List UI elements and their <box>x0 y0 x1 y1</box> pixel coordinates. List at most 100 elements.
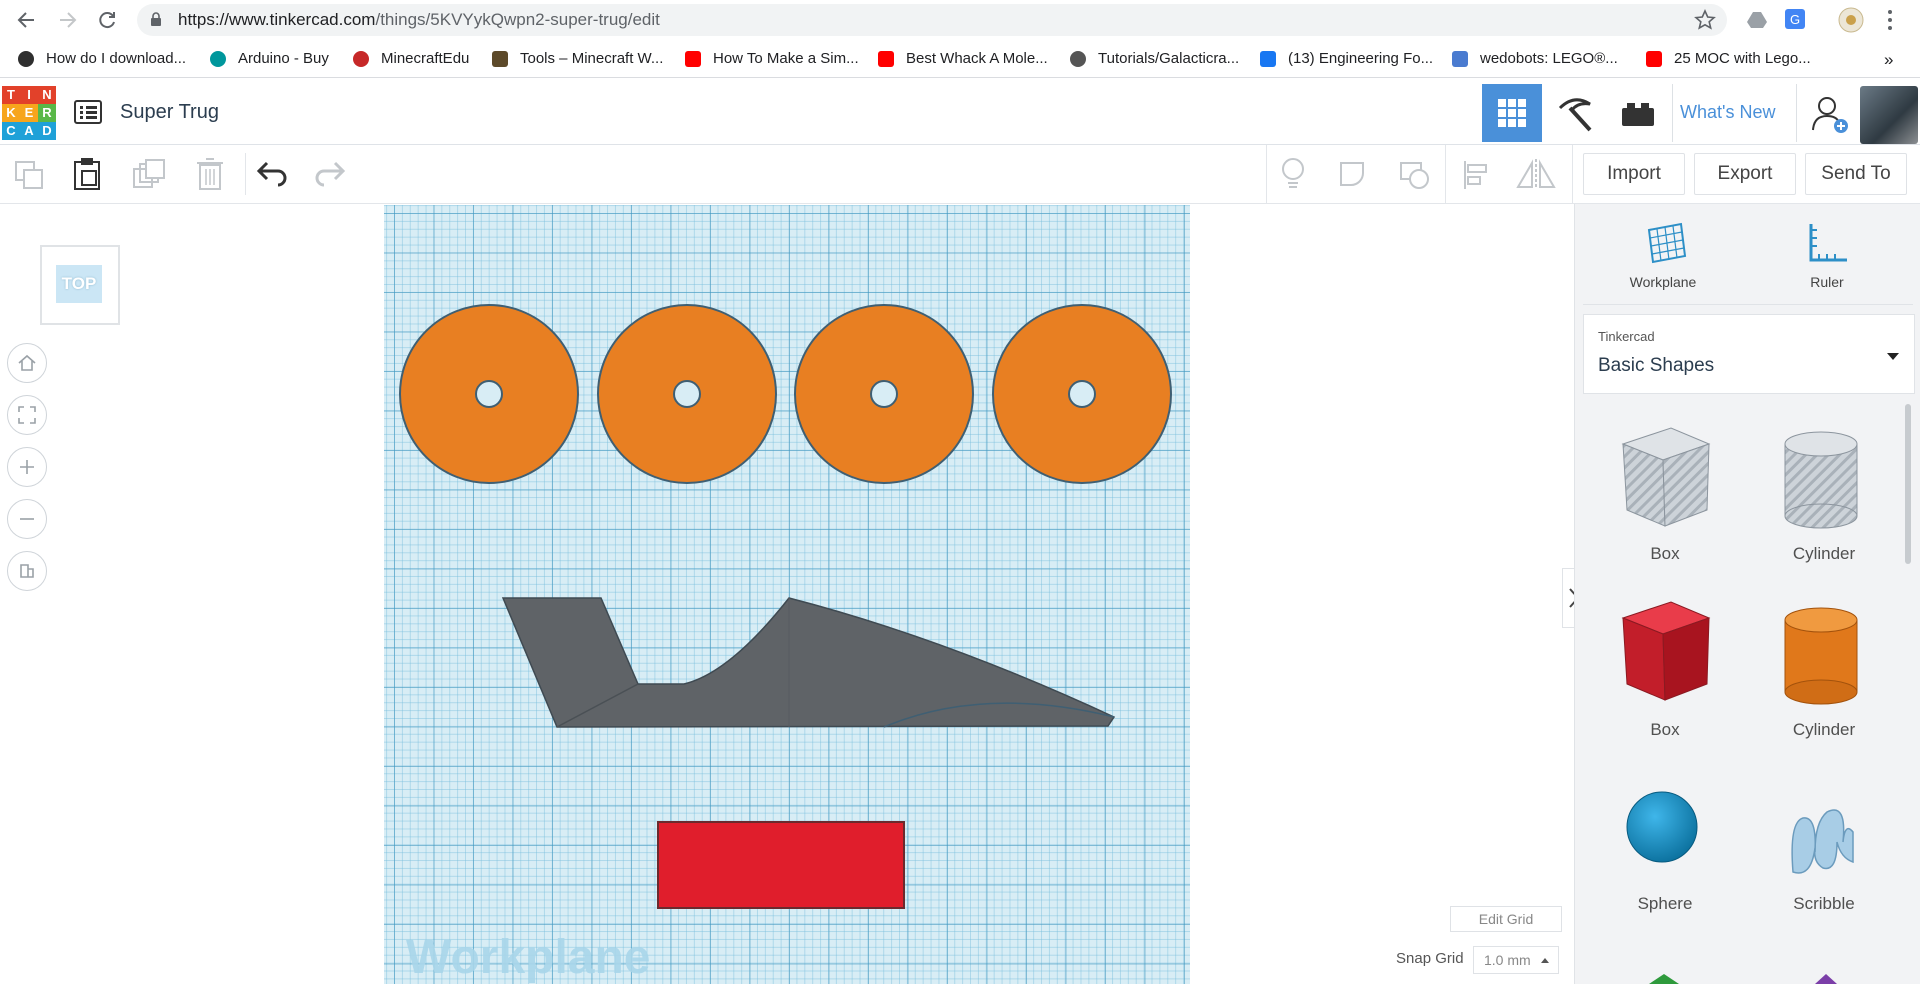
view-3d-design-button[interactable] <box>1482 84 1542 142</box>
view-cube[interactable]: TOP <box>40 245 120 325</box>
panel-scrollbar[interactable] <box>1905 404 1911 564</box>
ungroup-icon[interactable] <box>1398 159 1432 191</box>
trash-icon[interactable] <box>196 157 224 191</box>
toolbar-divider <box>1445 145 1446 203</box>
reload-icon[interactable] <box>96 9 118 31</box>
snap-grid-label: Snap Grid <box>1396 950 1464 967</box>
shape-label: Cylinder <box>1792 544 1856 563</box>
url-text[interactable]: https://www.tinkercad.com/things/5KVYykQ… <box>178 10 660 30</box>
shape-label: Box <box>1650 720 1680 739</box>
shape-label: Cylinder <box>1792 720 1856 739</box>
redo-icon[interactable] <box>314 161 346 187</box>
shape-label: Sphere <box>1637 894 1693 913</box>
shape-library-dropdown[interactable]: Tinkercad Basic Shapes <box>1583 314 1915 394</box>
lightbulb-icon[interactable] <box>1280 157 1306 191</box>
ruler-icon[interactable] <box>1805 222 1849 266</box>
design-title[interactable]: Super Trug <box>120 101 219 124</box>
bookmark-favicon-icon <box>1646 50 1662 67</box>
bookmark-favicon-icon <box>1070 50 1086 67</box>
bookmark-item[interactable]: 25 MOC with Lego... <box>1646 50 1811 67</box>
extension-icon[interactable] <box>1838 7 1864 33</box>
perspective-button[interactable] <box>7 551 47 591</box>
library-source: Tinkercad <box>1598 329 1655 344</box>
tinkercad-logo[interactable]: T I N K E R C A D <box>2 86 56 140</box>
svg-text:G: G <box>1790 12 1800 27</box>
home-view-button[interactable] <box>7 343 47 383</box>
sphere-icon[interactable] <box>1625 790 1699 864</box>
align-icon[interactable] <box>1462 159 1492 191</box>
edit-grid-button[interactable]: Edit Grid <box>1450 906 1562 932</box>
header-divider <box>1796 84 1797 142</box>
bookmark-favicon-icon <box>685 50 701 67</box>
edit-toolbar: Import Export Send To <box>0 145 1920 204</box>
forward-icon[interactable] <box>56 10 78 30</box>
zoom-out-button[interactable] <box>7 499 47 539</box>
cone-purple-icon[interactable] <box>1801 974 1851 984</box>
caret-down-icon <box>1887 353 1899 360</box>
bookmarks-overflow[interactable]: » <box>1884 50 1893 70</box>
bookmark-favicon-icon <box>210 50 226 67</box>
mirror-icon[interactable] <box>1516 157 1556 191</box>
user-avatar[interactable] <box>1860 86 1918 144</box>
panel-divider <box>1583 304 1913 305</box>
import-button[interactable]: Import <box>1583 153 1685 195</box>
kebab-menu-icon[interactable] <box>1886 9 1894 31</box>
ruler-tool-label[interactable]: Ruler <box>1767 274 1887 290</box>
bookmark-item[interactable]: MinecraftEdu <box>353 50 469 67</box>
shapes-panel: Workplane Ruler Tinkercad Basic Shapes B… <box>1574 204 1920 984</box>
shape-label: Scribble <box>1793 894 1855 913</box>
bookmark-item[interactable]: How do I download... <box>18 50 186 67</box>
translate-icon[interactable]: G <box>1784 8 1806 30</box>
design-list-icon[interactable] <box>74 100 102 124</box>
group-icon[interactable] <box>1338 159 1372 191</box>
bookmark-favicon-icon <box>878 50 894 67</box>
bookmark-item[interactable]: Arduino - Buy <box>210 50 329 67</box>
toolbar-divider <box>1572 145 1573 203</box>
workplane-icon[interactable] <box>1645 220 1689 264</box>
view-cube-face[interactable]: TOP <box>56 265 102 303</box>
paste-icon[interactable] <box>72 157 102 191</box>
bookmark-item[interactable]: Tutorials/Galacticra... <box>1070 50 1239 67</box>
wheel[interactable] <box>597 304 777 484</box>
add-user-icon[interactable] <box>1810 94 1850 134</box>
snap-grid-select[interactable]: 1.0 mm <box>1473 946 1559 974</box>
send-to-button[interactable]: Send To <box>1805 153 1907 195</box>
cylinder-solid-icon[interactable] <box>1783 606 1859 706</box>
pickaxe-icon[interactable] <box>1556 96 1594 132</box>
perspective-icon <box>20 564 34 578</box>
bookmark-item[interactable]: Tools – Minecraft W... <box>492 50 663 67</box>
browser-toolbar: https://www.tinkercad.com/things/5KVYykQ… <box>0 0 1920 40</box>
bookmark-item[interactable]: How To Make a Sim... <box>685 50 859 67</box>
export-button[interactable]: Export <box>1694 153 1796 195</box>
wheel[interactable] <box>992 304 1172 484</box>
back-icon[interactable] <box>16 10 38 30</box>
car-body[interactable] <box>501 597 1116 728</box>
bookmark-favicon-icon <box>18 50 34 67</box>
whats-new-link[interactable]: What's New <box>1680 102 1775 123</box>
workplane-tool-label[interactable]: Workplane <box>1603 274 1723 290</box>
wheel[interactable] <box>794 304 974 484</box>
bookmark-item[interactable]: Best Whack A Mole... <box>878 50 1048 67</box>
copy-icon[interactable] <box>14 160 46 190</box>
bookmark-item[interactable]: (13) Engineering Fo... <box>1260 50 1433 67</box>
box-hole-icon[interactable] <box>1619 426 1711 528</box>
duplicate-icon[interactable] <box>132 159 166 191</box>
plus-icon <box>20 460 34 474</box>
wheel[interactable] <box>399 304 579 484</box>
cylinder-hole-icon[interactable] <box>1783 430 1859 530</box>
undo-icon[interactable] <box>256 161 288 187</box>
toolbar-divider <box>1266 145 1267 203</box>
zoom-in-button[interactable] <box>7 447 47 487</box>
red-box[interactable] <box>657 821 905 909</box>
star-icon[interactable] <box>1694 9 1716 31</box>
bookmarks-bar: How do I download... Arduino - Buy Minec… <box>0 41 1920 78</box>
fit-icon <box>18 406 36 424</box>
scribble-icon[interactable] <box>1787 802 1859 884</box>
drive-icon[interactable] <box>1746 10 1768 30</box>
pyramid-green-icon[interactable] <box>1639 974 1689 984</box>
bricks-icon[interactable] <box>1620 100 1656 128</box>
snap-grid-value: 1.0 mm <box>1484 952 1531 968</box>
box-solid-icon[interactable] <box>1619 600 1711 704</box>
fit-view-button[interactable] <box>7 395 47 435</box>
bookmark-item[interactable]: wedobots: LEGO®... <box>1452 50 1618 67</box>
